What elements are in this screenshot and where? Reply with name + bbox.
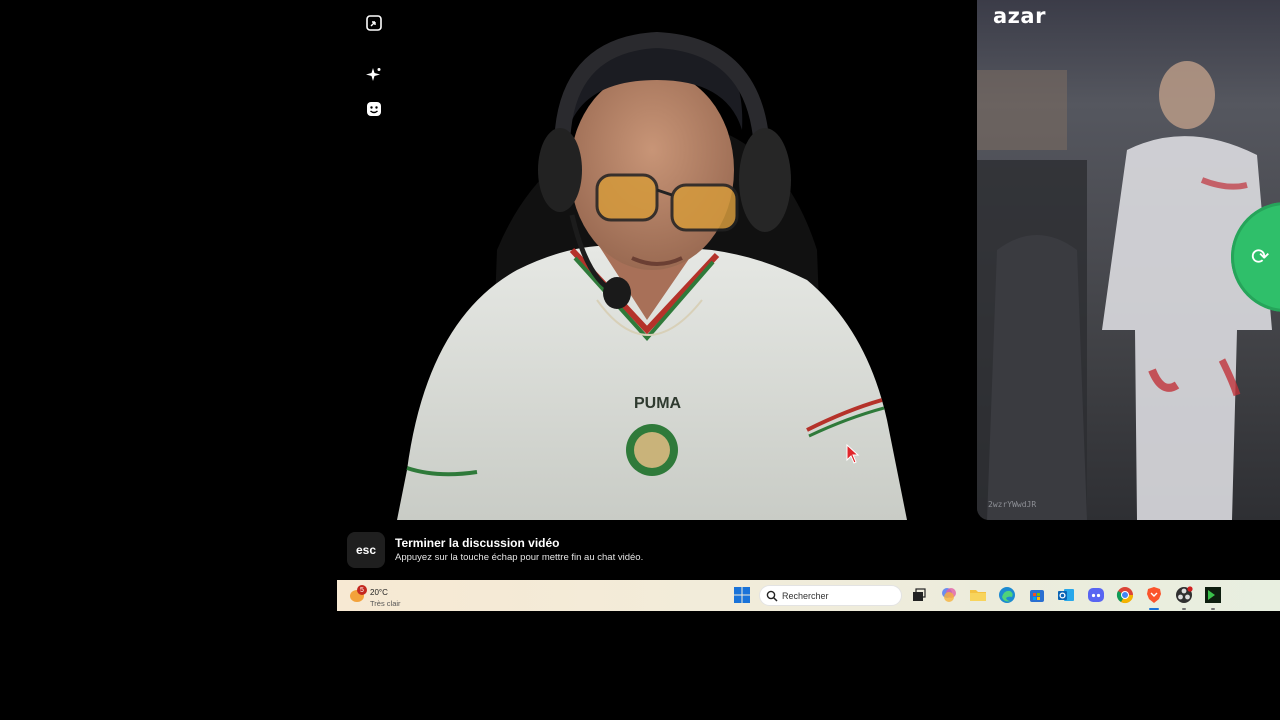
search-placeholder: Rechercher — [782, 591, 829, 601]
terminal-icon[interactable] — [1204, 586, 1222, 604]
end-chat-title: Terminer la discussion vidéo — [395, 536, 560, 550]
notification-badge: 5 — [357, 585, 367, 595]
outlook-icon[interactable] — [1057, 586, 1075, 604]
end-chat-description: Appuyez sur la touche échap pour mettre … — [395, 552, 644, 563]
weather-temperature: 20°C — [370, 588, 388, 597]
weather-condition: Très clair — [370, 599, 401, 608]
face-filter-icon[interactable] — [363, 98, 385, 120]
task-view-icon[interactable] — [910, 586, 928, 604]
discord-icon[interactable] — [1087, 586, 1105, 604]
esc-key-badge[interactable]: esc — [347, 532, 385, 568]
swipe-next-icon: ⟳ — [1251, 244, 1270, 269]
taskbar-search-input[interactable]: Rechercher — [759, 585, 902, 606]
remote-video-feed: azar 2wzrYWwdJR ⟳ — [977, 0, 1280, 520]
weather-widget[interactable]: 5 20°C Très clair — [349, 583, 419, 608]
copilot-icon[interactable] — [940, 586, 958, 604]
app-window: PUMA azar 2wzrYWwdJR ⟳ esc Terminer la d… — [0, 0, 1280, 720]
azar-logo: azar — [993, 4, 1046, 28]
running-indicator — [1211, 608, 1215, 610]
local-user-video-image: PUMA — [397, 31, 907, 520]
obs-icon[interactable] — [1175, 586, 1193, 604]
running-indicator — [1182, 608, 1186, 610]
windows-taskbar: 5 20°C Très clair Rechercher — [337, 580, 1280, 611]
edge-icon[interactable] — [998, 586, 1016, 604]
search-icon — [766, 590, 778, 602]
start-icon[interactable] — [733, 586, 751, 604]
brave-icon[interactable] — [1145, 586, 1163, 604]
local-video-feed: PUMA — [347, 0, 966, 520]
partner-id-label: 2wzrYWwdJR — [988, 500, 1037, 509]
active-app-indicator — [1149, 608, 1159, 610]
sparkle-effects-icon[interactable] — [363, 64, 385, 86]
store-icon[interactable] — [1028, 586, 1046, 604]
shrink-window-icon[interactable] — [363, 12, 385, 34]
svg-text:PUMA: PUMA — [634, 395, 682, 412]
mouse-cursor-icon — [846, 444, 860, 464]
file-explorer-icon[interactable] — [969, 586, 987, 604]
chrome-icon[interactable] — [1116, 586, 1134, 604]
